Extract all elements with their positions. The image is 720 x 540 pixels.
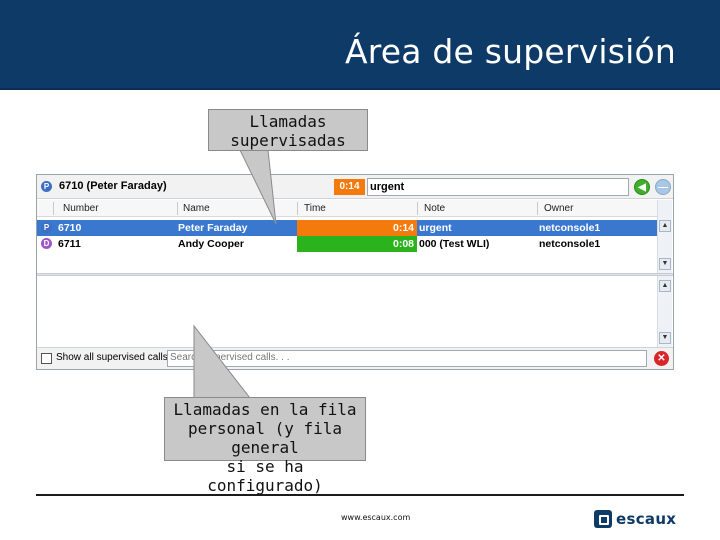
- callout-bottom-line1: Llamadas en la fila: [173, 400, 357, 419]
- callout-top-line1: Llamadas: [249, 112, 327, 131]
- callout-supervised-calls: Llamadas supervisadas: [208, 109, 368, 151]
- callout-bottom-line2: personal (y fila general: [187, 419, 343, 457]
- callout-bottom-line3: si se ha configurado): [207, 457, 323, 495]
- callout-top-line2: supervisadas: [230, 131, 346, 150]
- callout-queue-calls: Llamadas en la fila personal (y fila gen…: [164, 397, 366, 495]
